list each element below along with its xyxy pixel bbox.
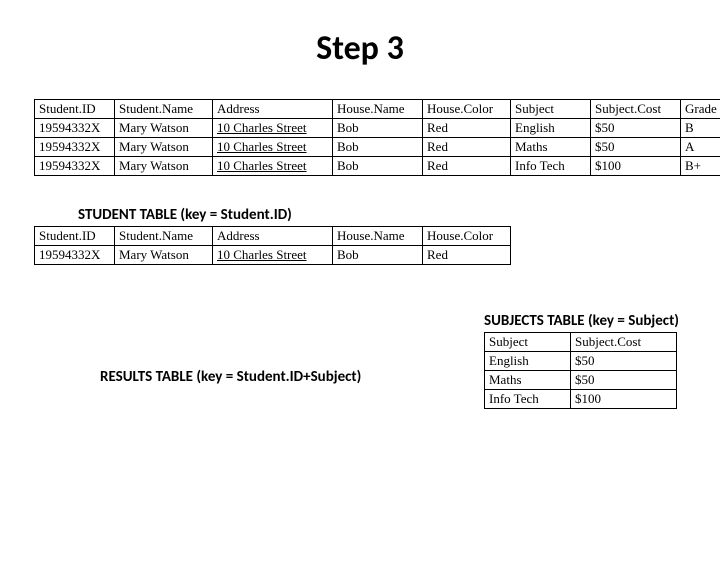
table-cell: 10 Charles Street <box>213 138 333 157</box>
table-cell: Red <box>423 157 511 176</box>
column-header: House.Name <box>333 100 423 119</box>
table-cell: 19594332X <box>35 157 115 176</box>
table-cell: Bob <box>333 119 423 138</box>
table-row: 19594332XMary Watson10 Charles StreetBob… <box>35 119 720 138</box>
table-cell: Mary Watson <box>115 138 213 157</box>
column-header: House.Color <box>423 100 511 119</box>
table-cell: English <box>485 352 571 371</box>
column-header: Subject.Cost <box>591 100 681 119</box>
table-cell: Maths <box>485 371 571 390</box>
main-table: Student.IDStudent.NameAddressHouse.NameH… <box>34 99 720 176</box>
table-cell: Bob <box>333 246 423 265</box>
table-cell: $100 <box>571 390 677 409</box>
column-header: Student.ID <box>35 100 115 119</box>
column-header: Student.Name <box>115 100 213 119</box>
column-header: House.Name <box>333 227 423 246</box>
table-row: Maths$50 <box>485 371 677 390</box>
table-cell: Maths <box>511 138 591 157</box>
column-header: House.Color <box>423 227 511 246</box>
column-header: Subject <box>511 100 591 119</box>
column-header: Address <box>213 100 333 119</box>
results-table-caption: RESULTS TABLE (key = Student.ID+Subject) <box>100 368 361 386</box>
table-cell: $50 <box>591 119 681 138</box>
column-header: Grade <box>681 100 720 119</box>
table-row: 19594332XMary Watson10 Charles StreetBob… <box>35 246 511 265</box>
page-title: Step 3 <box>0 28 720 69</box>
subjects-table: SubjectSubject.CostEnglish$50Maths$50Inf… <box>484 332 677 409</box>
table-row: 19594332XMary Watson10 Charles StreetBob… <box>35 157 720 176</box>
table-cell: Mary Watson <box>115 246 213 265</box>
table-cell: Mary Watson <box>115 119 213 138</box>
table-cell: $50 <box>571 352 677 371</box>
column-header: Address <box>213 227 333 246</box>
table-cell: Mary Watson <box>115 157 213 176</box>
table-cell: B <box>681 119 720 138</box>
column-header: Student.ID <box>35 227 115 246</box>
table-cell: Info Tech <box>485 390 571 409</box>
table-row: English$50 <box>485 352 677 371</box>
column-header: Subject.Cost <box>571 333 677 352</box>
subjects-table-caption: SUBJECTS TABLE (key = Subject) <box>484 312 679 330</box>
table-cell: Red <box>423 119 511 138</box>
table-cell: Bob <box>333 138 423 157</box>
table-cell: Red <box>423 246 511 265</box>
table-cell: $100 <box>591 157 681 176</box>
table-cell: Bob <box>333 157 423 176</box>
column-header: Subject <box>485 333 571 352</box>
table-row: 19594332XMary Watson10 Charles StreetBob… <box>35 138 720 157</box>
column-header: Student.Name <box>115 227 213 246</box>
table-cell: Info Tech <box>511 157 591 176</box>
table-cell: B+ <box>681 157 720 176</box>
student-table-caption: STUDENT TABLE (key = Student.ID) <box>78 206 720 224</box>
subjects-table-container: SubjectSubject.CostEnglish$50Maths$50Inf… <box>484 332 677 409</box>
student-table: Student.IDStudent.NameAddressHouse.NameH… <box>34 226 511 265</box>
table-cell: Red <box>423 138 511 157</box>
table-cell: A <box>681 138 720 157</box>
main-table-container: Student.IDStudent.NameAddressHouse.NameH… <box>34 99 720 176</box>
table-cell: 10 Charles Street <box>213 157 333 176</box>
table-cell: English <box>511 119 591 138</box>
table-cell: 19594332X <box>35 246 115 265</box>
table-row: Info Tech$100 <box>485 390 677 409</box>
table-cell: 19594332X <box>35 119 115 138</box>
student-table-container: Student.IDStudent.NameAddressHouse.NameH… <box>34 226 720 265</box>
table-cell: $50 <box>571 371 677 390</box>
table-cell: 10 Charles Street <box>213 246 333 265</box>
table-cell: 19594332X <box>35 138 115 157</box>
table-cell: $50 <box>591 138 681 157</box>
table-cell: 10 Charles Street <box>213 119 333 138</box>
